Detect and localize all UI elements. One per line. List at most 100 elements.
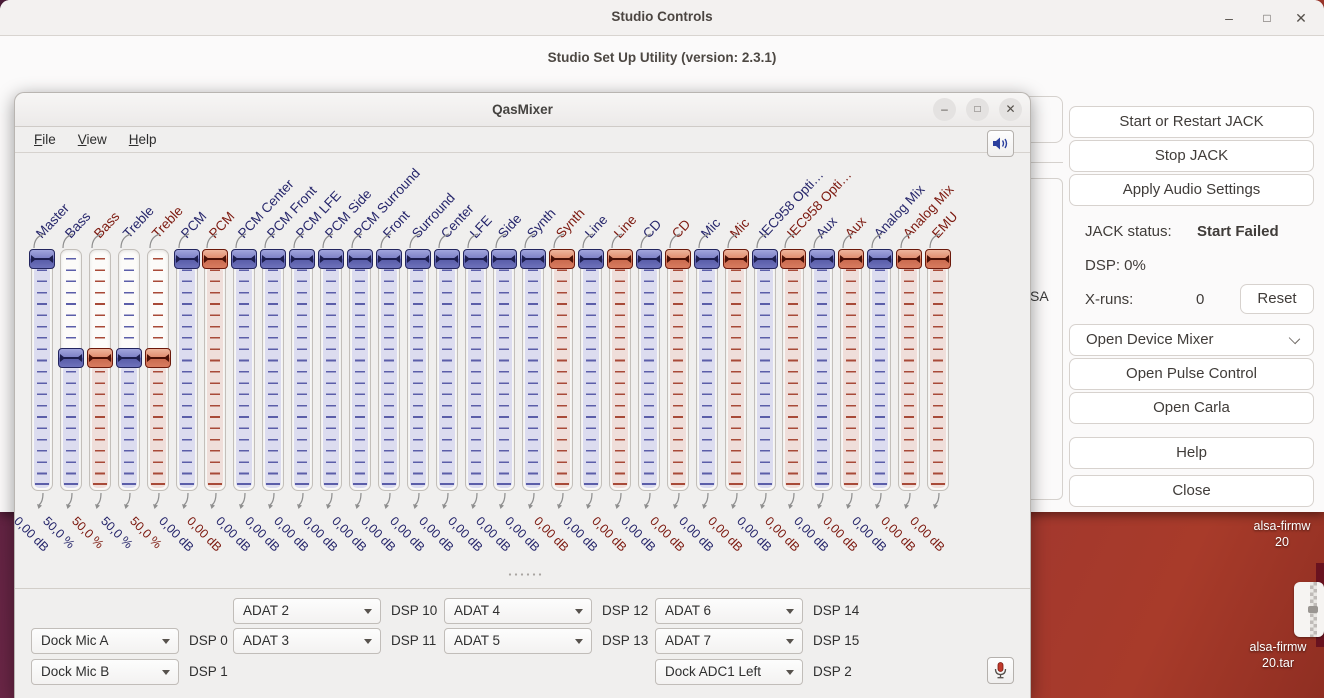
slider-track[interactable] [635,249,662,491]
slider-handle[interactable] [433,249,460,269]
combo-adat-4[interactable]: ADAT 4 [444,598,592,624]
slider-handle[interactable] [809,249,836,269]
minimize-button[interactable]: – [933,98,956,121]
slider-handle[interactable] [635,249,662,269]
menu-view[interactable]: View [69,129,116,150]
slider-handle[interactable] [375,249,402,269]
slider-track[interactable] [115,249,142,491]
combo-adat-3[interactable]: ADAT 3 [233,628,381,654]
slider-handle[interactable] [462,249,489,269]
playback-mute-button[interactable] [987,130,1014,157]
slider-track[interactable] [173,249,200,491]
close-button[interactable]: ✕ [1288,6,1314,30]
archive-file-icon[interactable] [1294,582,1324,637]
slider-track[interactable] [722,249,749,491]
menu-file[interactable]: File [25,129,65,150]
desktop-icon-label[interactable]: alsa-firmw 20 [1240,518,1324,550]
slider-handle[interactable] [664,249,691,269]
slider-track[interactable] [751,249,778,491]
studio-controls-titlebar[interactable]: Studio Controls – □ ✕ [0,0,1324,36]
slider-handle[interactable] [86,348,113,368]
slider-handle[interactable] [693,249,720,269]
slider-track[interactable] [375,249,402,491]
slider-handle[interactable] [404,249,431,269]
slider-track[interactable] [144,249,171,491]
open-carla-button[interactable]: Open Carla [1069,392,1314,424]
slider-handle[interactable] [173,249,200,269]
slider-track[interactable] [693,249,720,491]
stop-jack-button[interactable]: Stop JACK [1069,140,1314,172]
slider-handle[interactable] [607,249,633,269]
maximize-button[interactable]: □ [966,98,989,121]
slider-handle[interactable] [57,348,84,368]
slider-handle[interactable] [924,249,951,269]
slider-handle[interactable] [549,249,576,269]
qasmixer-titlebar[interactable]: QasMixer – □ ✕ [15,93,1030,127]
slider-track[interactable] [607,249,633,491]
combo-value: Dock ADC1 Left [665,664,762,679]
combo-dock-adc1-left[interactable]: Dock ADC1 Left [655,659,803,685]
desktop-icon-label[interactable]: alsa-firmw 20.tar [1232,639,1324,671]
slider-track[interactable] [520,249,547,491]
slider-track[interactable] [549,249,576,491]
slider-handle[interactable] [520,249,547,269]
slider-handle[interactable] [260,249,287,269]
slider-track[interactable] [318,249,344,491]
slider-handle[interactable] [780,249,807,269]
slider-track[interactable] [780,249,807,491]
slider-handle[interactable] [289,249,316,269]
label-leader-line [900,233,912,249]
slider-handle[interactable] [867,249,894,269]
slider-handle[interactable] [838,249,865,269]
slider-track[interactable] [896,249,922,491]
slider-track[interactable] [231,249,258,491]
slider-track[interactable] [404,249,431,491]
help-button[interactable]: Help [1069,437,1314,469]
slider-handle[interactable] [346,249,373,269]
apply-audio-settings-button[interactable]: Apply Audio Settings [1069,174,1314,206]
slider-handle[interactable] [751,249,778,269]
slider-track[interactable] [202,249,229,491]
slider-track[interactable] [29,249,55,491]
slider-handle[interactable] [318,249,344,269]
slider-track[interactable] [578,249,605,491]
start-restart-jack-button[interactable]: Start or Restart JACK [1069,106,1314,138]
combo-adat-2[interactable]: ADAT 2 [233,598,381,624]
combo-adat-6[interactable]: ADAT 6 [655,598,803,624]
minimize-button[interactable]: – [1216,6,1242,30]
capture-toggle-button[interactable] [987,657,1014,684]
slider-handle[interactable] [231,249,258,269]
slider-track[interactable] [664,249,691,491]
slider-handle[interactable] [115,348,142,368]
slider-track[interactable] [346,249,373,491]
slider-track[interactable] [924,249,951,491]
slider-handle[interactable] [491,249,518,269]
slider-track[interactable] [86,249,113,491]
slider-track[interactable] [838,249,865,491]
open-pulse-control-button[interactable]: Open Pulse Control [1069,358,1314,390]
slider-track[interactable] [433,249,460,491]
slider-handle[interactable] [722,249,749,269]
combo-adat-7[interactable]: ADAT 7 [655,628,803,654]
open-device-mixer-dropdown[interactable]: Open Device Mixer [1069,324,1314,356]
combo-dock-mic-a[interactable]: Dock Mic A [31,628,179,654]
slider-handle[interactable] [144,348,171,368]
slider-track[interactable] [462,249,489,491]
slider-handle[interactable] [29,249,55,269]
combo-dock-mic-b[interactable]: Dock Mic B [31,659,179,685]
maximize-button[interactable]: □ [1254,6,1280,30]
slider-track[interactable] [809,249,836,491]
slider-handle[interactable] [578,249,605,269]
slider-track[interactable] [57,249,84,491]
slider-track[interactable] [867,249,894,491]
close-panel-button[interactable]: Close [1069,475,1314,507]
reset-xruns-button[interactable]: Reset [1240,284,1314,314]
slider-track[interactable] [491,249,518,491]
slider-handle[interactable] [896,249,922,269]
menu-help[interactable]: Help [120,129,166,150]
slider-track[interactable] [289,249,316,491]
combo-adat-5[interactable]: ADAT 5 [444,628,592,654]
close-button[interactable]: ✕ [999,98,1022,121]
slider-track[interactable] [260,249,287,491]
slider-handle[interactable] [202,249,229,269]
